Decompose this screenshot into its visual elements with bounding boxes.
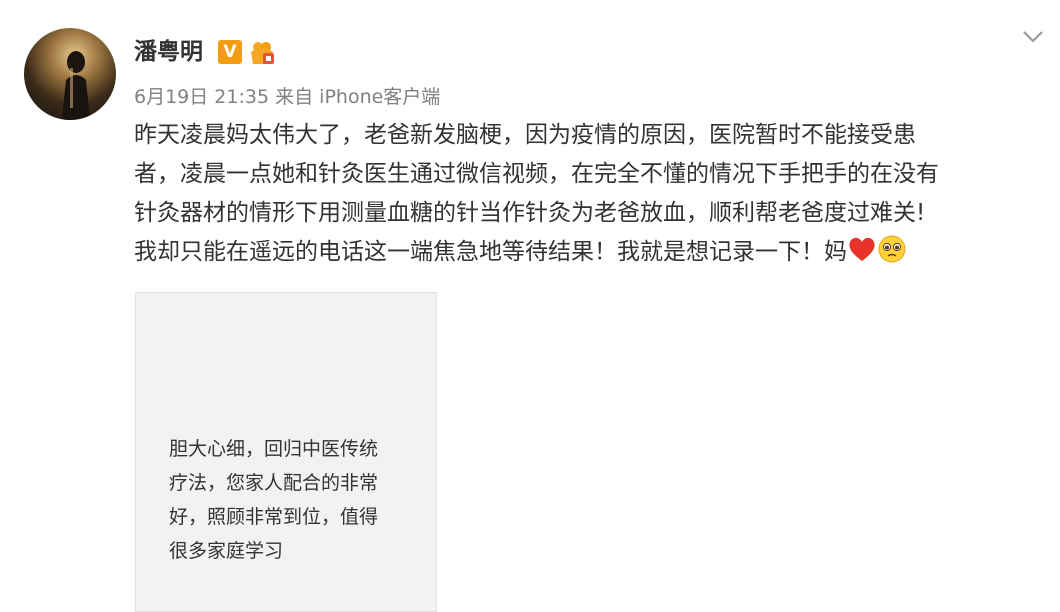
card-text-line: 疗法，您家人配合的非常 [169,472,379,494]
source-device[interactable]: iPhone客户端 [319,86,440,108]
post-text: 昨天凌晨妈太伟大了，老爸新发脑梗，因为疫情的原因，医院暂时不能接受患 者，凌晨一… [134,116,1044,272]
image-card[interactable]: 胆大心细，回归中医传统 疗法，您家人配合的非常 好，照顾非常到位，值得 很多家庭… [135,292,437,612]
chevron-down-icon[interactable] [1018,24,1048,48]
avatar[interactable] [24,28,116,120]
post-text-line: 昨天凌晨妈太伟大了，老爸新发脑梗，因为疫情的原因，医院暂时不能接受患 [134,122,916,148]
post-text-line: 者，凌晨一点她和针灸医生通过微信视频，在完全不懂的情况下手把手的在没有 [134,161,939,187]
card-text-line: 好，照顾非常到位，值得 [169,506,379,528]
vip-badge-icon [247,38,277,66]
post-text-line: 我却只能在遥远的电话这一端焦急地等待结果！我就是想记录一下！妈 [134,233,1044,272]
card-text-line: 胆大心细，回归中医传统 [169,438,379,460]
verified-badge-icon: V [218,40,242,64]
username[interactable]: 潘粤明 [134,36,203,68]
post-timestamp[interactable]: 6月19日 21:35 [134,86,269,108]
source-prefix: 来自 [275,86,314,108]
card-text-line: 很多家庭学习 [169,540,284,562]
heart-icon [847,235,877,263]
card-text: 胆大心细，回归中医传统 疗法，您家人配合的非常 好，照顾非常到位，值得 很多家庭… [169,432,409,568]
post-text-line: 针灸器材的情形下用测量血糖的针当作针灸为老爸放血，顺利帮老爸度过难关! [134,200,926,226]
post-meta: 6月19日 21:35 来自 iPhone客户端 [134,83,440,111]
post-text-last-line: 我却只能在遥远的电话这一端焦急地等待结果！我就是想记录一下！妈 [134,239,847,265]
pleading-face-icon [877,235,907,263]
avatar-image [62,51,90,120]
